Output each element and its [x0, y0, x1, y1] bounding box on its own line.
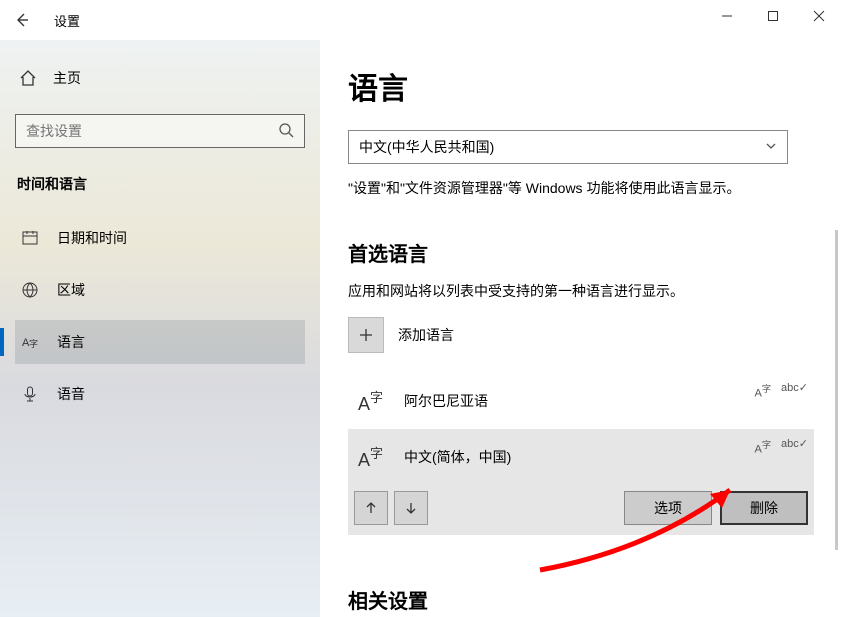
svg-text:字: 字: [370, 390, 383, 405]
sidebar-section-title: 时间和语言: [15, 174, 305, 194]
language-name: 中文(简体，中国): [404, 447, 511, 467]
svg-text:字: 字: [29, 338, 38, 349]
calendar-clock-icon: [21, 229, 39, 247]
add-language-button[interactable]: [348, 317, 384, 353]
close-button[interactable]: [796, 0, 842, 32]
home-icon: [19, 69, 37, 87]
related-settings-heading: 相关设置: [348, 585, 814, 614]
display-language-dropdown[interactable]: 中文(中华人民共和国): [348, 130, 788, 164]
sidebar-item-label: 语音: [57, 384, 85, 404]
sidebar-item-speech[interactable]: 语音: [15, 372, 305, 416]
sidebar-item-datetime[interactable]: 日期和时间: [15, 216, 305, 260]
page-title: 语言: [348, 64, 814, 108]
add-language-label: 添加语言: [398, 325, 454, 345]
sidebar-item-label: 区域: [57, 280, 85, 300]
chevron-down-icon: [765, 139, 777, 155]
svg-text:A: A: [358, 450, 370, 470]
feature-spellcheck-icon: abc✓: [781, 381, 808, 400]
sidebar-item-region[interactable]: 区域: [15, 268, 305, 312]
microphone-icon: [21, 385, 39, 403]
move-down-button[interactable]: [394, 491, 428, 525]
scrollbar[interactable]: [835, 230, 838, 550]
home-label: 主页: [53, 68, 81, 88]
svg-text:A: A: [358, 394, 370, 414]
maximize-button[interactable]: [750, 0, 796, 32]
display-language-value: 中文(中华人民共和国): [359, 137, 494, 157]
language-item-chinese[interactable]: A字 中文(简体，中国) A字 abc✓ 选项 删除: [348, 429, 814, 535]
delete-button[interactable]: 删除: [720, 491, 808, 525]
language-pack-icon: A字: [354, 383, 390, 419]
options-button[interactable]: 选项: [624, 491, 712, 525]
svg-text:字: 字: [370, 446, 383, 461]
language-icon: A字: [21, 333, 39, 351]
search-icon: [278, 122, 294, 141]
home-link[interactable]: 主页: [15, 58, 305, 98]
sidebar-item-language[interactable]: A字 语言: [15, 320, 305, 364]
window-title: 设置: [54, 11, 80, 30]
feature-text-to-speech-icon: A字: [755, 437, 772, 456]
preferred-languages-heading: 首选语言: [348, 238, 814, 267]
display-language-description: "设置"和"文件资源管理器"等 Windows 功能将使用此语言显示。: [348, 178, 814, 198]
back-button[interactable]: [0, 0, 44, 40]
search-input[interactable]: [26, 123, 278, 139]
search-box[interactable]: [15, 114, 305, 148]
globe-icon: [21, 281, 39, 299]
sidebar-item-label: 日期和时间: [57, 228, 127, 248]
feature-text-to-speech-icon: A字: [755, 381, 772, 400]
language-name: 阿尔巴尼亚语: [404, 391, 488, 411]
sidebar-item-label: 语言: [57, 332, 85, 352]
move-up-button[interactable]: [354, 491, 388, 525]
feature-spellcheck-icon: abc✓: [781, 437, 808, 456]
language-item-albanian[interactable]: A字 阿尔巴尼亚语 A字 abc✓: [348, 373, 814, 429]
preferred-languages-description: 应用和网站将以列表中受支持的第一种语言进行显示。: [348, 281, 814, 301]
minimize-button[interactable]: [704, 0, 750, 32]
language-pack-icon: A字: [354, 439, 390, 475]
